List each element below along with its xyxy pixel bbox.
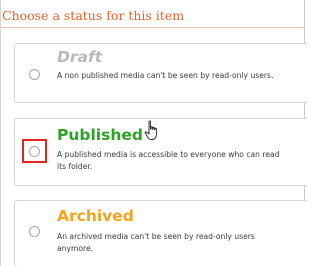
dialog-title: Choose a status for this item [2,8,185,23]
status-description-draft: A non published media can't be seen by r… [57,71,274,80]
status-title-archived: Archived [57,207,134,225]
status-description-archived: An archived media can't be seen by read-… [57,232,255,253]
dialog-header: Choose a status for this item [1,0,304,28]
status-option-archived[interactable]: Archived An archived media can't be seen… [14,200,307,267]
status-title-published: Published [57,126,143,144]
status-option-draft[interactable]: Draft A non published media can't be see… [14,43,307,103]
radio-archived[interactable] [29,226,40,237]
status-title-draft: Draft [57,48,103,66]
status-description-published: A published media is accessible to every… [57,150,280,171]
radio-draft[interactable] [29,69,40,80]
hand-pointer-icon [144,120,157,140]
radio-published[interactable] [29,146,40,157]
